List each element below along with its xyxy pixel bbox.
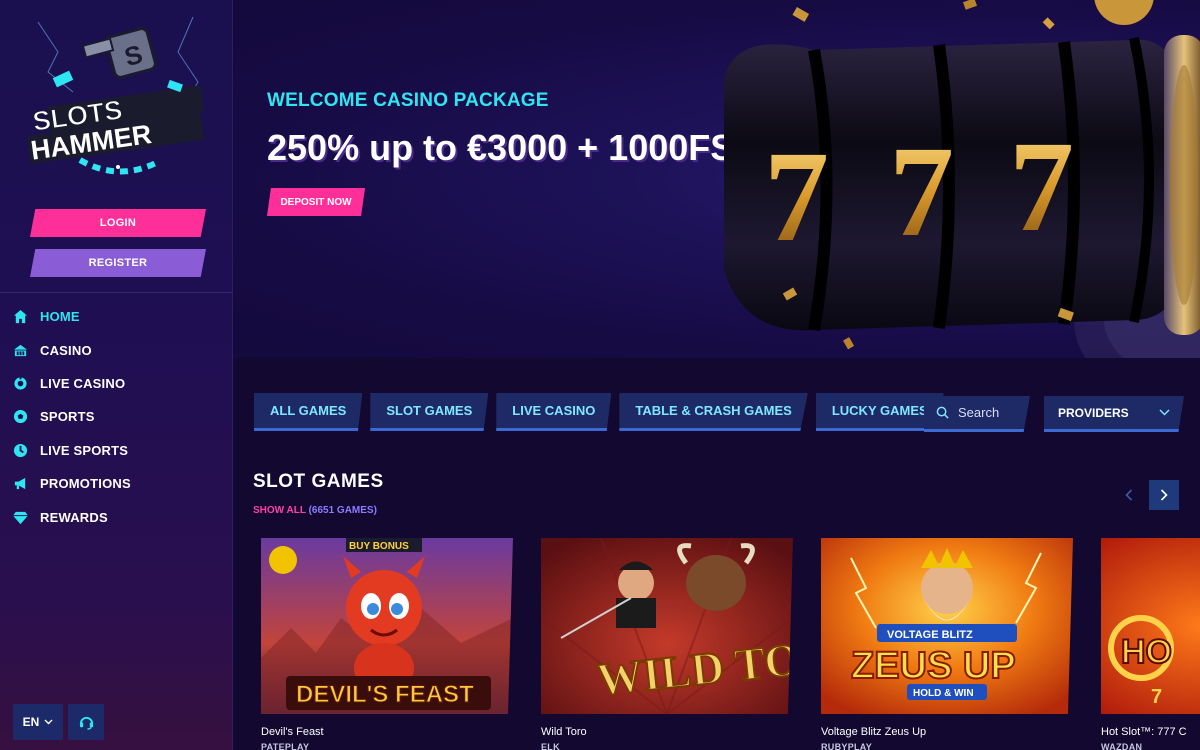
hero-subtitle: WELCOME CASINO PACKAGE — [267, 90, 549, 111]
game-lobby: ALL GAMES SLOT GAMES LIVE CASINO TABLE &… — [234, 358, 1200, 750]
game-art-title: HO — [1121, 633, 1172, 671]
chevron-left-icon — [1125, 489, 1133, 501]
nav-item-sports[interactable]: SPORTS — [0, 400, 233, 433]
search-icon — [936, 406, 949, 419]
nav-item-label: LIVE CASINO — [40, 375, 126, 391]
register-button[interactable]: REGISTER — [30, 249, 206, 277]
providers-label: PROVIDERS — [1058, 405, 1129, 420]
nav-item-label: LIVE SPORTS — [40, 442, 129, 458]
sidebar: S SLOTS HAMMER LOGIN REGISTER HOME CASIN… — [0, 0, 233, 750]
game-card[interactable]: HO 7 Hot Slot™: 777 C WAZDAN — [1101, 538, 1200, 750]
game-provider: RUBYPLAY — [821, 742, 873, 750]
login-button[interactable]: LOGIN — [30, 209, 206, 237]
reel-symbol: 7 — [764, 125, 829, 269]
live-casino-icon — [12, 375, 28, 391]
nav-item-casino[interactable]: CASINO — [0, 333, 233, 366]
nav-item-promotions[interactable]: PROMOTIONS — [0, 467, 233, 500]
section-title: SLOT GAMES — [253, 471, 384, 492]
language-selector[interactable]: EN — [13, 704, 63, 740]
language-label: EN — [22, 715, 40, 729]
game-thumbnail[interactable]: WILD TORO — [541, 538, 793, 714]
game-provider: WAZDAN — [1101, 742, 1143, 750]
megaphone-icon — [12, 476, 28, 492]
svg-text:7: 7 — [1151, 686, 1162, 708]
game-name: Wild Toro — [541, 726, 587, 738]
slot-reel-illustration: 7 7 7 — [724, 0, 1200, 358]
soccer-ball-icon — [12, 409, 28, 425]
game-art-title: DEVIL'S FEAST — [296, 681, 474, 708]
games-count: (6651 GAMES) — [308, 505, 377, 516]
nav-item-label: REWARDS — [40, 509, 108, 525]
tab-live-casino[interactable]: LIVE CASINO — [496, 393, 612, 431]
show-all-label: SHOW ALL — [253, 505, 306, 516]
sidebar-divider — [0, 292, 233, 293]
search-placeholder: Search — [958, 405, 1000, 420]
game-thumbnail[interactable]: VOLTAGE BLITZ ZEUS UP HOLD & WIN — [821, 538, 1073, 714]
nav-item-label: HOME — [40, 309, 80, 325]
headset-icon — [79, 715, 94, 730]
game-provider: PATEPLAY — [261, 742, 310, 750]
game-card[interactable]: BUY BONUS DEVIL'S FEAST Devil's Feast PA… — [261, 538, 513, 750]
game-badge: BUY BONUS — [349, 541, 409, 552]
nav-item-label: SPORTS — [40, 409, 95, 425]
nav-item-label: CASINO — [40, 342, 92, 358]
nav-item-home[interactable]: HOME — [0, 300, 233, 333]
tab-table-crash-games[interactable]: TABLE & CRASH GAMES — [619, 393, 808, 431]
nav-item-live-sports[interactable]: LIVE SPORTS — [0, 434, 233, 467]
carousel-prev-button[interactable] — [1114, 480, 1144, 510]
game-name: Hot Slot™: 777 C — [1101, 726, 1187, 738]
game-thumbnail[interactable]: BUY BONUS DEVIL'S FEAST — [261, 538, 513, 714]
carousel-next-button[interactable] — [1149, 480, 1179, 510]
game-name: Voltage Blitz Zeus Up — [821, 726, 927, 738]
game-provider: ELK — [541, 742, 560, 750]
home-icon — [12, 309, 28, 325]
slots-hammer-logo[interactable]: S SLOTS HAMMER — [18, 12, 213, 182]
nav-item-live-casino[interactable]: LIVE CASINO — [0, 367, 233, 400]
chevron-down-icon — [1159, 409, 1170, 416]
hero-banner[interactable]: WELCOME CASINO PACKAGE 250% up to €3000 … — [234, 0, 1200, 358]
game-card[interactable]: WILD TORO Wild Toro ELK — [541, 538, 793, 750]
tab-all-games[interactable]: ALL GAMES — [254, 393, 363, 431]
casino-icon — [12, 342, 28, 358]
game-art-subtitle: VOLTAGE BLITZ — [887, 629, 973, 641]
providers-dropdown[interactable]: PROVIDERS — [1044, 396, 1184, 432]
reel-symbol: 7 — [889, 120, 954, 264]
nav-item-rewards[interactable]: REWARDS — [0, 500, 233, 533]
nav-item-label: PROMOTIONS — [40, 476, 131, 492]
game-card[interactable]: VOLTAGE BLITZ ZEUS UP HOLD & WIN Voltage… — [821, 538, 1073, 750]
show-all-link[interactable]: SHOW ALL (6651 GAMES) — [253, 505, 377, 516]
game-category-tabs: ALL GAMES SLOT GAMES LIVE CASINO TABLE &… — [254, 393, 944, 431]
support-button[interactable] — [68, 704, 104, 740]
tab-slot-games[interactable]: SLOT GAMES — [370, 393, 489, 431]
search-input[interactable]: Search — [924, 396, 1030, 432]
deposit-now-button[interactable]: DEPOSIT NOW — [267, 188, 365, 216]
reel-symbol: 7 — [1009, 115, 1074, 259]
game-art-title: ZEUS UP — [851, 645, 1016, 687]
chevron-right-icon — [1160, 489, 1168, 501]
diamond-icon — [12, 509, 28, 525]
live-sports-icon — [12, 442, 28, 458]
game-art-tagline: HOLD & WIN — [913, 688, 974, 699]
game-name: Devil's Feast — [261, 726, 324, 738]
main-navigation: HOME CASINO LIVE CASINO SPORTS LIVE SPOR… — [0, 300, 233, 534]
chevron-down-icon — [44, 719, 53, 725]
game-thumbnail[interactable]: HO 7 — [1101, 538, 1200, 714]
